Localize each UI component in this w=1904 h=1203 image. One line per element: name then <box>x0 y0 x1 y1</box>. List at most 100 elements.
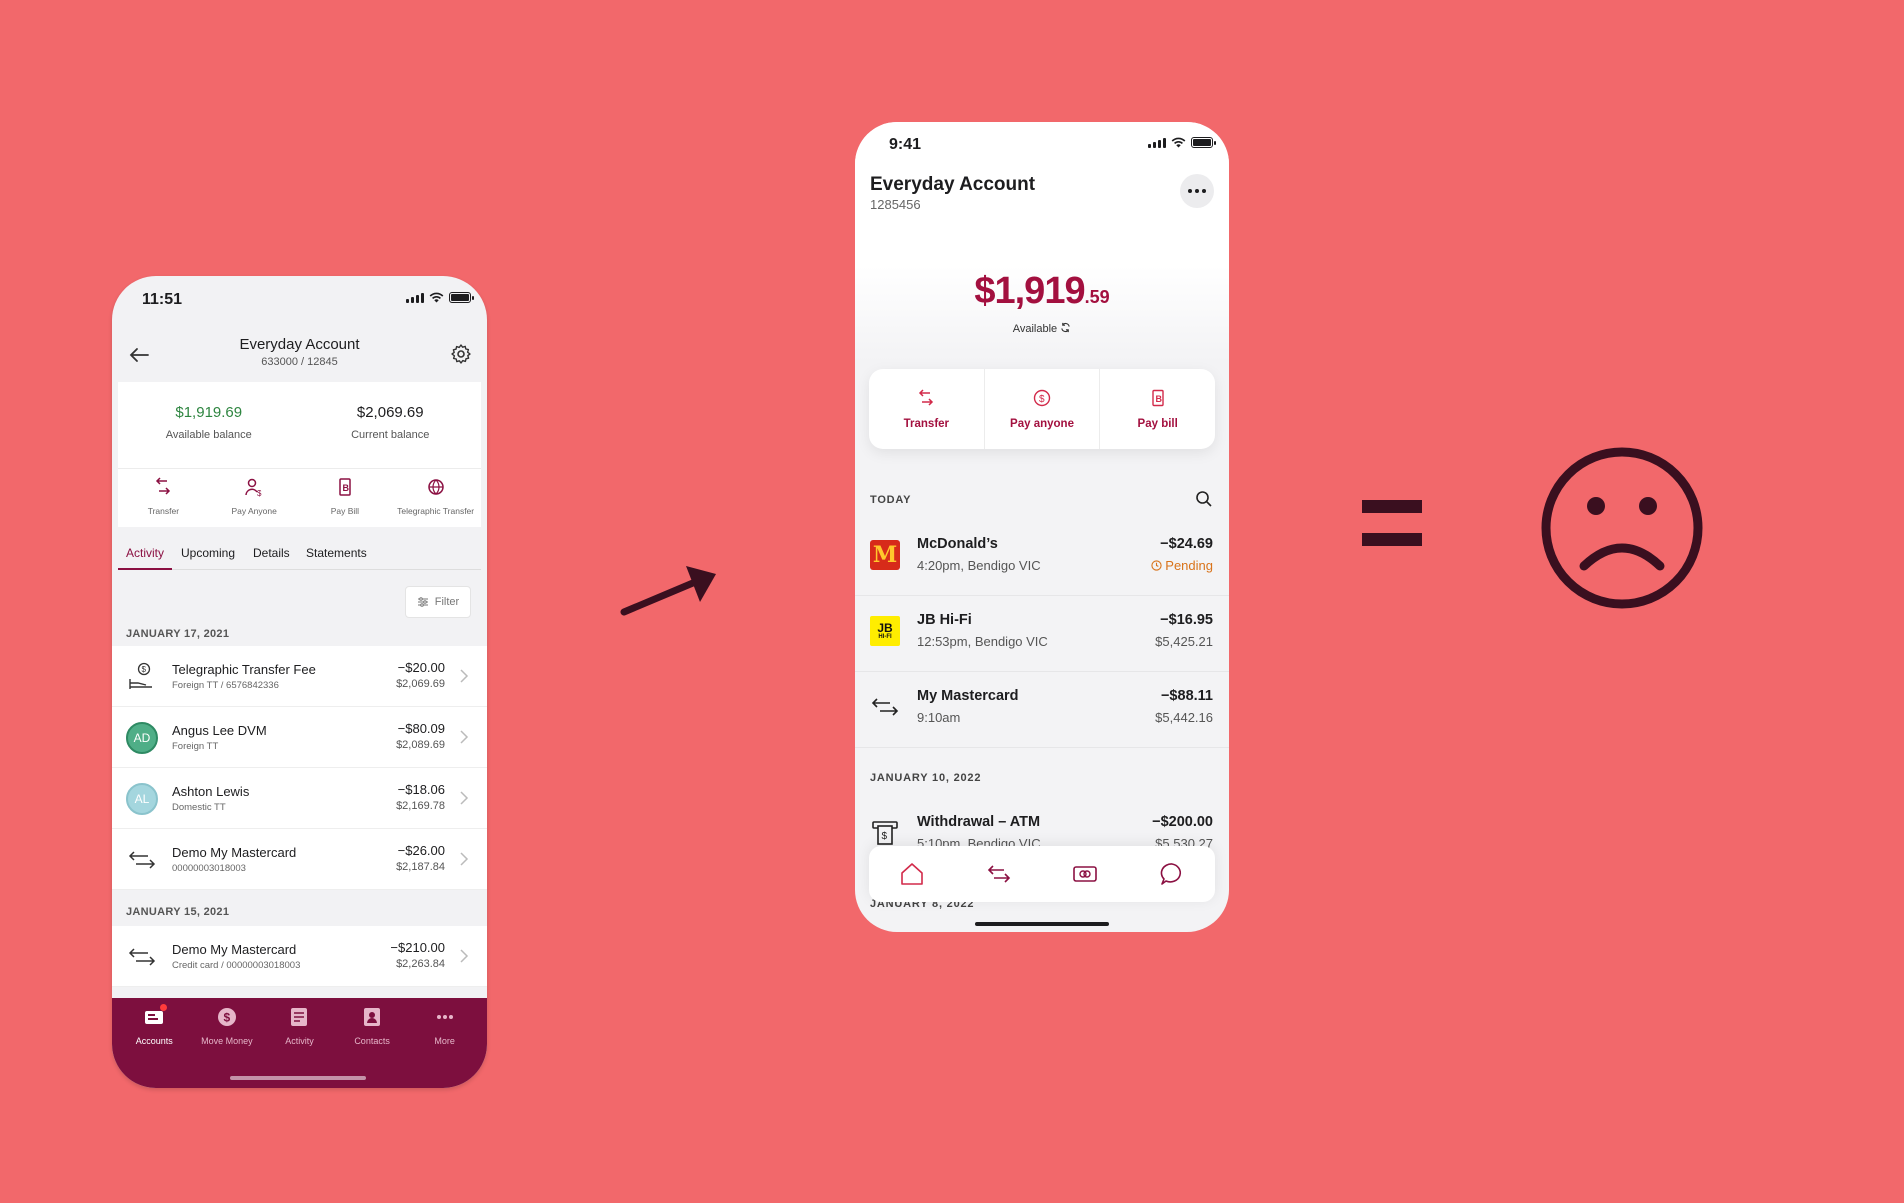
page-title: Everyday Account <box>870 174 1036 195</box>
search-icon[interactable] <box>1195 490 1213 508</box>
table-row[interactable]: AD Angus Lee DVM Foreign TT −$80.09 $2,0… <box>112 707 487 768</box>
quick-actions: Transfer $ Pay Anyone B Pay Bill Telegra… <box>118 468 481 526</box>
svg-text:$: $ <box>882 831 888 842</box>
status-time: 11:51 <box>142 291 183 308</box>
transfer-icon <box>919 389 934 406</box>
transfer-icon <box>871 698 899 716</box>
account-number: 1285456 <box>870 197 921 212</box>
pay-bill-button[interactable]: B Pay bill <box>1099 369 1215 449</box>
clock-icon <box>1151 560 1162 571</box>
svg-text:B: B <box>342 483 349 493</box>
battery-icon <box>449 292 474 303</box>
card-icon <box>1073 866 1098 882</box>
avatar: AD <box>126 722 158 754</box>
gear-icon[interactable] <box>449 342 473 366</box>
activity-icon <box>291 1008 308 1026</box>
avatar: AL <box>126 783 158 815</box>
account-number: 633000 / 12845 <box>261 356 338 368</box>
signal-icon <box>1148 138 1166 148</box>
account-header: Everyday Account 633000 / 12845 <box>112 328 487 384</box>
globe-icon <box>427 479 444 495</box>
mcdonalds-logo: M <box>870 540 900 570</box>
nav-chat[interactable] <box>1129 846 1216 902</box>
date-header: JANUARY 17, 2021 <box>126 628 230 640</box>
equals-sign-icon <box>1362 500 1422 546</box>
status-time: 9:41 <box>889 136 922 153</box>
tab-statements[interactable]: Statements <box>306 546 367 560</box>
notification-dot <box>160 1004 168 1011</box>
tab-bar: Activity Upcoming Details Statements <box>112 538 487 572</box>
telegraphic-transfer-button[interactable]: Telegraphic Transfer <box>390 469 481 526</box>
tab-upcoming[interactable]: Upcoming <box>181 546 235 560</box>
new-app-screen: 9:41 Everyday Account 1285456 $1,919.59 … <box>855 122 1229 932</box>
tab-activity[interactable]: Activity <box>126 546 164 560</box>
nav-contacts[interactable]: Contacts <box>336 998 409 1088</box>
transaction-row[interactable]: My Mastercard 9:10am −$88.11 $5,442.16 <box>855 672 1229 748</box>
sad-face-icon <box>1541 447 1703 609</box>
arrow-right-icon <box>620 566 716 616</box>
home-indicator <box>230 1076 366 1080</box>
dollar-circle-icon: $ <box>1033 389 1051 407</box>
table-row[interactable]: Demo My Mastercard 00000003018003 −$26.0… <box>112 829 487 890</box>
transfer-icon <box>156 477 171 495</box>
filter-icon <box>417 597 428 607</box>
tab-details[interactable]: Details <box>253 546 290 560</box>
table-row[interactable]: AL Ashton Lewis Domestic TT −$18.06 $2,1… <box>112 768 487 829</box>
transfer-icon <box>128 851 156 869</box>
svg-text:$: $ <box>223 1011 230 1025</box>
jbhifi-logo: JB HI-FI <box>870 616 900 646</box>
current-balance: $2,069.69 Current balance <box>351 404 430 441</box>
svg-text:$: $ <box>1039 394 1045 405</box>
tab-divider <box>118 569 481 570</box>
bill-icon: B <box>339 478 351 496</box>
section-header: JANUARY 10, 2022 <box>870 772 982 784</box>
chevron-right-icon <box>460 852 469 866</box>
table-row[interactable]: $ Telegraphic Transfer Fee Foreign TT / … <box>112 646 487 707</box>
atm-icon: $ <box>872 821 898 845</box>
date-header: JANUARY 15, 2021 <box>126 906 230 918</box>
person-pay-icon: $ <box>245 478 262 498</box>
home-icon <box>901 863 924 885</box>
tab-active-indicator <box>118 568 172 570</box>
nav-cards[interactable] <box>1042 846 1129 902</box>
pay-anyone-button[interactable]: $ Pay Anyone <box>209 469 300 526</box>
battery-icon <box>1191 137 1216 148</box>
transfer-button[interactable]: Transfer <box>869 369 984 449</box>
transaction-row[interactable]: M McDonald’s 4:20pm, Bendigo VIC −$24.69… <box>855 520 1229 596</box>
wifi-icon <box>1171 137 1186 148</box>
dollar-circle-icon: $ <box>217 1008 236 1026</box>
balance-amount: $1,919.59 <box>974 270 1110 312</box>
svg-text:B: B <box>1155 394 1162 404</box>
svg-text:$: $ <box>142 665 147 674</box>
nav-activity[interactable]: Activity <box>263 998 336 1088</box>
table-row[interactable]: Demo My Mastercard Credit card / 0000000… <box>112 926 487 987</box>
available-label: Available <box>855 322 1229 335</box>
available-balance: $1,919.69 Available balance <box>165 404 252 441</box>
nav-move-money[interactable]: $ Move Money <box>191 998 264 1088</box>
more-options-button[interactable] <box>1180 174 1214 208</box>
pay-bill-button[interactable]: B Pay Bill <box>300 469 391 526</box>
chat-bubble-icon <box>1160 863 1181 885</box>
transfer-button[interactable]: Transfer <box>118 469 209 526</box>
transaction-row[interactable]: JB HI-FI JB Hi-Fi 12:53pm, Bendigo VIC −… <box>855 596 1229 672</box>
signal-icon <box>406 293 424 303</box>
pay-anyone-button[interactable]: $ Pay anyone <box>983 369 1100 449</box>
fee-icon: $ <box>129 662 152 689</box>
transfer-icon <box>128 948 156 966</box>
nav-transfer[interactable] <box>956 846 1043 902</box>
chevron-right-icon <box>460 730 469 744</box>
nav-home[interactable] <box>869 846 956 902</box>
svg-text:$: $ <box>257 489 262 497</box>
status-bar: 11:51 <box>112 276 487 326</box>
refresh-icon[interactable] <box>1060 322 1071 333</box>
home-indicator <box>975 922 1109 926</box>
more-icon <box>436 1015 453 1019</box>
chevron-right-icon <box>460 791 469 805</box>
filter-button[interactable]: Filter <box>405 586 471 618</box>
chevron-right-icon <box>460 949 469 963</box>
nav-accounts[interactable]: Accounts <box>118 998 191 1088</box>
bill-icon: B <box>1151 389 1164 407</box>
nav-more[interactable]: More <box>408 998 481 1088</box>
bottom-nav <box>869 846 1215 902</box>
page-title: Everyday Account <box>239 336 360 353</box>
